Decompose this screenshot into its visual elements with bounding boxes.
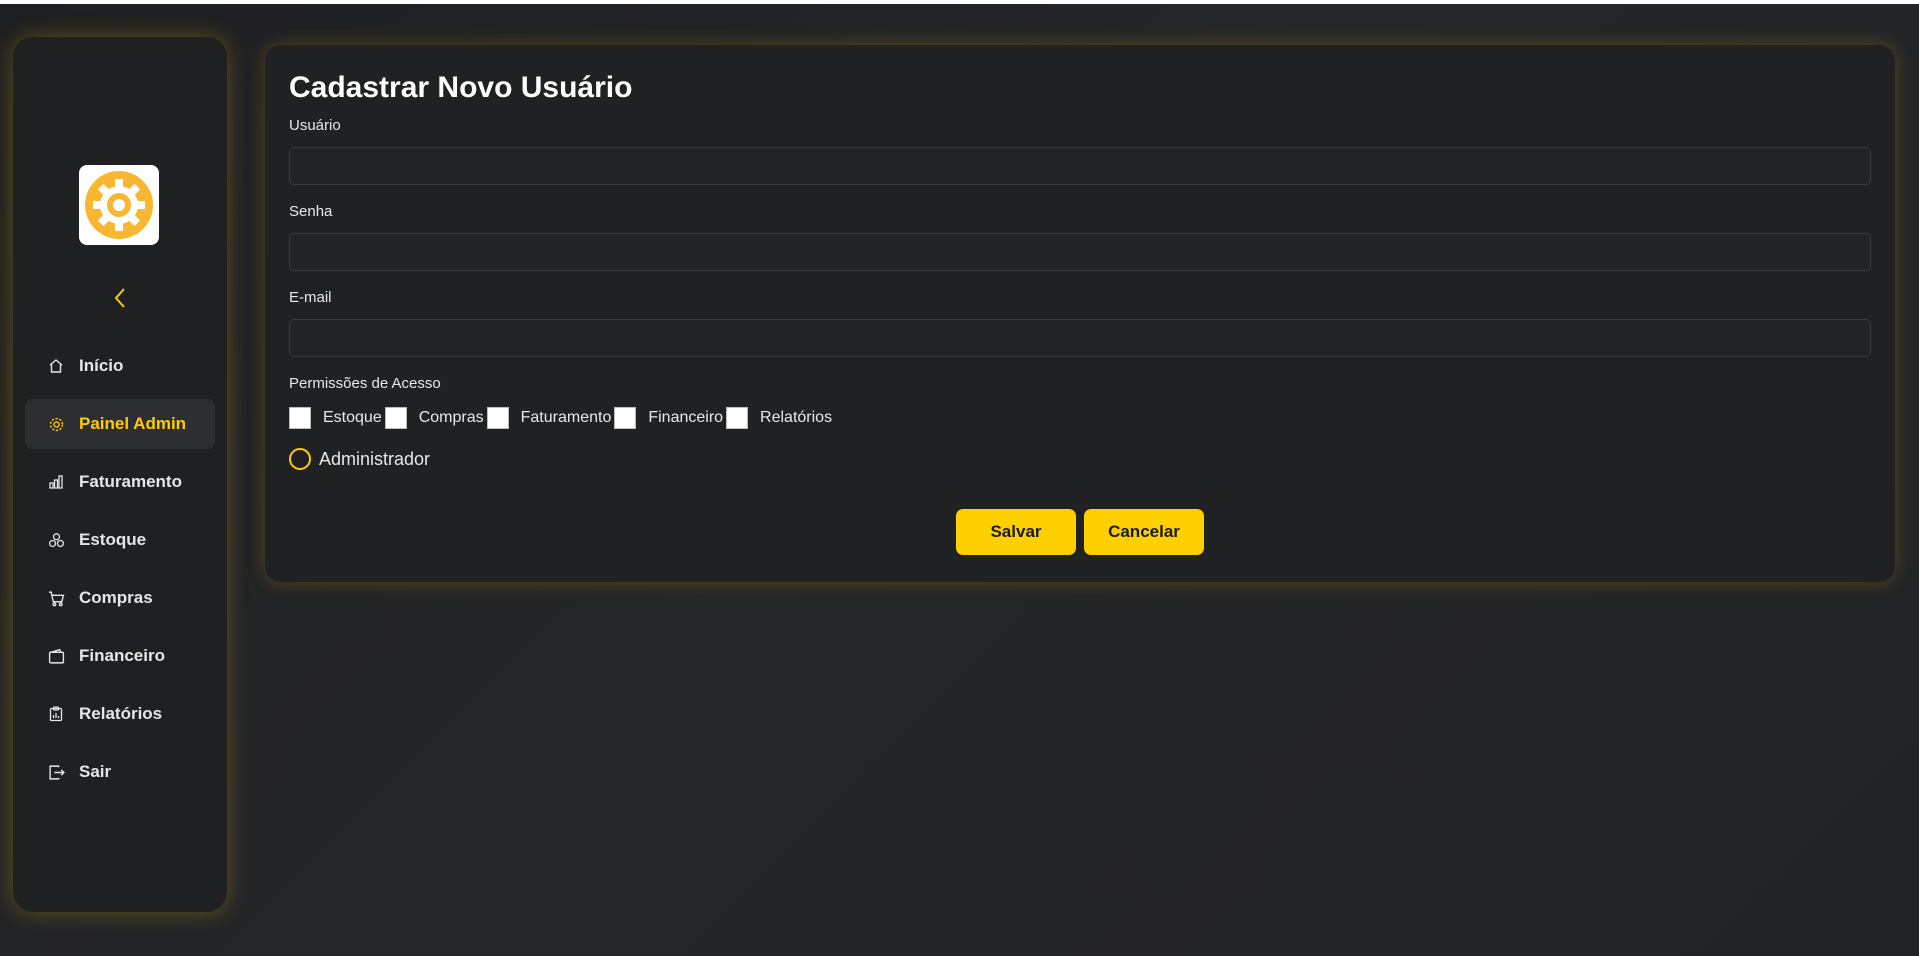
gear-icon — [47, 415, 65, 433]
sidebar-item-label: Faturamento — [79, 472, 182, 491]
checkbox-label-relatorios: Relatórios — [760, 409, 833, 426]
report-icon — [47, 705, 65, 723]
email-label: E-mail — [289, 289, 332, 306]
chevron-left-icon — [114, 288, 125, 308]
sidebar-item-painel-admin[interactable]: Painel Admin — [25, 399, 215, 449]
page-title: Cadastrar Novo Usuário — [289, 71, 633, 104]
checkbox-label-financeiro: Financeiro — [648, 409, 724, 426]
sidebar: Início Painel Admin Faturamento Estoque … — [13, 37, 227, 912]
checkbox-label-compras: Compras — [418, 409, 484, 426]
bar-chart-icon — [47, 473, 65, 491]
sidebar-item-inicio[interactable]: Início — [25, 341, 215, 391]
sidebar-item-label: Sair — [79, 762, 112, 781]
sidebar-item-sair[interactable]: Sair — [25, 747, 215, 797]
window-top-edge — [0, 0, 1919, 4]
sidebar-collapse-button[interactable] — [108, 284, 132, 312]
email-field[interactable] — [289, 319, 1871, 357]
sidebar-item-estoque[interactable]: Estoque — [25, 515, 215, 565]
password-label: Senha — [289, 203, 333, 220]
wallet-icon — [47, 647, 65, 665]
checkbox-compras[interactable] — [384, 407, 407, 429]
sidebar-item-faturamento[interactable]: Faturamento — [25, 457, 215, 507]
permissions-label: Permissões de Acesso — [289, 375, 441, 392]
logout-icon — [47, 763, 65, 781]
checkbox-label-faturamento: Faturamento — [520, 409, 612, 426]
sidebar-item-label: Painel Admin — [79, 414, 187, 433]
app-logo — [79, 165, 159, 245]
admin-option: Administrador — [289, 448, 430, 470]
admin-radio[interactable] — [289, 448, 311, 470]
checkbox-label-estoque: Estoque — [323, 409, 382, 426]
sidebar-item-label: Compras — [79, 588, 153, 607]
username-label: Usuário — [289, 117, 341, 134]
admin-label: Administrador — [319, 448, 431, 469]
save-button[interactable]: Salvar — [956, 509, 1076, 555]
checkbox-faturamento[interactable] — [486, 407, 509, 429]
cancel-button[interactable]: Cancelar — [1084, 509, 1204, 555]
username-field[interactable] — [289, 147, 1871, 185]
sidebar-item-label: Estoque — [79, 530, 147, 549]
permissions-group: Estoque Compras Faturamento Financeiro R… — [289, 406, 835, 430]
home-icon — [47, 357, 65, 375]
cart-icon — [47, 589, 65, 607]
checkbox-estoque[interactable] — [289, 407, 311, 429]
checkbox-financeiro[interactable] — [614, 407, 637, 429]
sidebar-item-label: Relatórios — [79, 704, 163, 723]
checkbox-relatorios[interactable] — [726, 407, 749, 429]
sidebar-item-financeiro[interactable]: Financeiro — [25, 631, 215, 681]
sidebar-item-compras[interactable]: Compras — [25, 573, 215, 623]
sidebar-nav: Início Painel Admin Faturamento Estoque … — [25, 341, 215, 805]
sidebar-item-label: Início — [79, 356, 124, 375]
sidebar-item-relatorios[interactable]: Relatórios — [25, 689, 215, 739]
boxes-icon — [47, 531, 65, 549]
password-field[interactable] — [289, 233, 1871, 271]
new-user-form-card: Cadastrar Novo Usuário Usuário Senha E-m… — [265, 45, 1895, 582]
gear-icon — [85, 171, 153, 239]
sidebar-item-label: Financeiro — [79, 646, 165, 665]
